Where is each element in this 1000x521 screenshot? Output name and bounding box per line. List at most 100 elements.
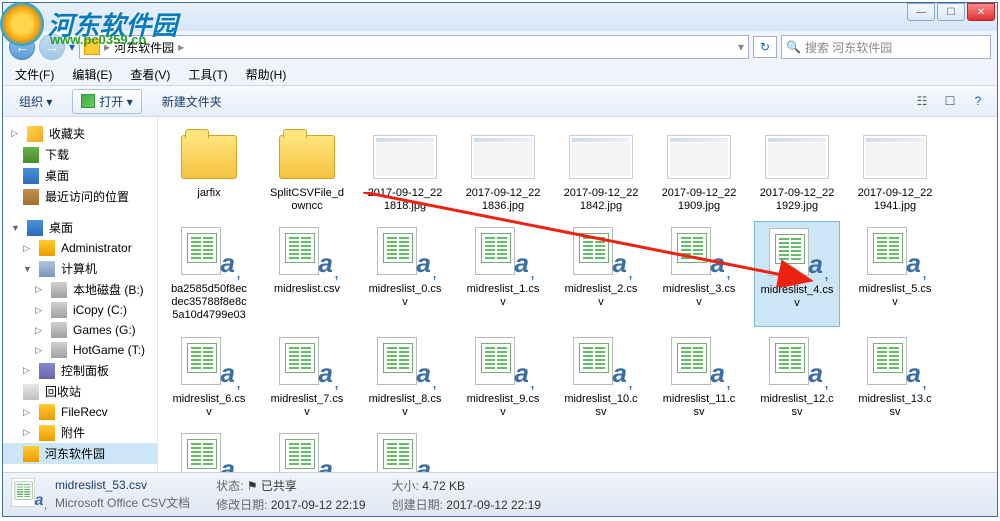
view-options-button[interactable]: ☷ [911,90,933,112]
csv-icon: a, [664,335,734,391]
sidebar-item-current-folder[interactable]: 河东软件园 [3,443,157,464]
sidebar-item-recent[interactable]: 最近访问的位置 [3,186,157,207]
sidebar-item-drive-c[interactable]: ▷iCopy (C:) [3,300,157,320]
modified-label: 修改日期: [216,498,267,512]
file-item[interactable]: a,midreslist_4.csv [754,221,840,327]
file-item[interactable]: a,midreslist_11.csv [656,331,742,423]
desktop-icon [27,220,43,236]
file-item[interactable]: 2017-09-12_221818.jpg [362,125,448,217]
address-bar: ← → ▾ ▸ 河东软件园 ▸ ▾ ↻ 🔍 搜索 河东软件园 [3,31,997,63]
minimize-button[interactable]: — [907,3,935,21]
csv-icon: a, [468,225,538,281]
menu-view[interactable]: 查看(V) [122,64,178,85]
sidebar-item-drive-b[interactable]: ▷本地磁盘 (B:) [3,279,157,300]
help-button[interactable]: ? [967,90,989,112]
file-name-label: midreslist_1.csv [464,283,542,309]
menu-help[interactable]: 帮助(H) [238,64,295,85]
sidebar-item-computer[interactable]: ▼计算机 [3,258,157,279]
file-item[interactable]: a,midreslist_3.csv [656,221,742,327]
new-folder-button[interactable]: 新建文件夹 [154,90,230,113]
drive-icon [51,342,67,358]
csv-icon: a, [272,335,342,391]
file-item[interactable]: a,midreslist_15.csv [264,427,350,472]
file-item[interactable]: jarfix [166,125,252,217]
csv-icon: a, [174,431,244,472]
title-bar[interactable]: — ☐ ✕ [3,3,997,31]
file-item[interactable]: a,midreslist_10.csv [558,331,644,423]
sidebar-item-drive-g[interactable]: ▷Games (G:) [3,320,157,340]
navigation-pane: ▷收藏夹 下载 桌面 最近访问的位置 ▼桌面 ▷Administrator ▼计… [3,117,158,472]
file-item[interactable]: a,ba2585d50f8ecdec35788f8e8c5a10d4799e03… [166,221,252,327]
menu-file[interactable]: 文件(F) [7,64,62,85]
toolbar: 组织 ▾ 打开 ▾ 新建文件夹 ☷ ☐ ? [3,85,997,117]
file-name-label: midreslist_12.csv [758,393,836,419]
file-item[interactable]: a,midreslist_12.csv [754,331,840,423]
jpg-icon [664,129,734,185]
file-name-label: midreslist_7.csv [268,393,346,419]
breadcrumb-dropdown[interactable]: ▾ [738,40,744,54]
forward-button[interactable]: → [39,34,65,60]
close-button[interactable]: ✕ [967,3,995,21]
sidebar-favorites-header[interactable]: ▷收藏夹 [3,123,157,144]
sidebar-item-control-panel[interactable]: ▷控制面板 [3,360,157,381]
breadcrumb[interactable]: ▸ 河东软件园 ▸ ▾ [79,35,749,59]
folder-icon [23,446,39,462]
file-item[interactable]: a,midreslist_13.csv [852,331,938,423]
nav-history-dropdown[interactable]: ▾ [69,40,75,54]
file-item[interactable]: a,midreslist_1.csv [460,221,546,327]
search-input[interactable]: 🔍 搜索 河东软件园 [781,35,991,59]
refresh-button[interactable]: ↻ [753,36,777,58]
file-item[interactable]: 2017-09-12_221909.jpg [656,125,742,217]
size-label: 大小: [392,479,419,493]
sidebar-desktop-header[interactable]: ▼桌面 [3,217,157,238]
sidebar-item-desktop[interactable]: 桌面 [3,165,157,186]
file-item[interactable]: a,midreslist_9.csv [460,331,546,423]
recent-icon [23,189,39,205]
folder-icon [39,425,55,441]
sidebar-item-administrator[interactable]: ▷Administrator [3,238,157,258]
file-item[interactable]: 2017-09-12_221836.jpg [460,125,546,217]
file-item[interactable]: 2017-09-12_221941.jpg [852,125,938,217]
file-name-label: ba2585d50f8ecdec35788f8e8c5a10d4799e038b… [170,283,248,323]
file-list-pane[interactable]: jarfix SplitCSVFile_downcc 2017-09-12_2218… [158,117,997,472]
file-item[interactable]: a,midreslist_0.csv [362,221,448,327]
file-name-label: midreslist_10.csv [562,393,640,419]
details-pane: a, midreslist_53.csv Microsoft Office CS… [3,472,997,516]
breadcrumb-item[interactable]: 河东软件园 [114,39,174,56]
folder-icon [84,39,100,55]
breadcrumb-separator-icon: ▸ [178,40,184,54]
sidebar-item-filerecv[interactable]: ▷FileRecv [3,402,157,422]
file-item[interactable]: a,midreslist_2.csv [558,221,644,327]
back-button[interactable]: ← [9,34,35,60]
sidebar-item-attachments[interactable]: ▷附件 [3,422,157,443]
file-item[interactable]: a,midreslist_14.csv [166,427,252,472]
sidebar-item-drive-t[interactable]: ▷HotGame (T:) [3,340,157,360]
file-item[interactable]: SplitCSVFile_downcc [264,125,350,217]
sidebar-item-downloads[interactable]: 下载 [3,144,157,165]
file-item[interactable]: a,midreslist_5.csv [852,221,938,327]
menu-edit[interactable]: 编辑(E) [64,64,120,85]
organize-button[interactable]: 组织 ▾ [11,90,60,113]
jpg-icon [468,129,538,185]
created-value: 2017-09-12 22:19 [446,498,541,512]
menu-tools[interactable]: 工具(T) [180,64,235,85]
file-name-label: midreslist_11.csv [660,393,738,419]
control-panel-icon [39,363,55,379]
file-item[interactable]: a,midreslist_8.csv [362,331,448,423]
file-item[interactable]: 2017-09-12_221842.jpg [558,125,644,217]
file-item[interactable]: 2017-09-12_221929.jpg [754,125,840,217]
file-name-label: SplitCSVFile_downcc [268,187,346,213]
file-item[interactable]: a,midreslist.csv [264,221,350,327]
file-name-label: 2017-09-12_221941.jpg [856,187,934,213]
open-button[interactable]: 打开 ▾ [72,89,141,114]
file-name-label: midreslist_8.csv [366,393,444,419]
preview-pane-button[interactable]: ☐ [939,90,961,112]
downloads-icon [23,147,39,163]
sidebar-item-recycle-bin[interactable]: 回收站 [3,381,157,402]
file-item[interactable]: a,midreslist_16.csv [362,427,448,472]
maximize-button[interactable]: ☐ [937,3,965,21]
file-item[interactable]: a,midreslist_6.csv [166,331,252,423]
file-item[interactable]: a,midreslist_7.csv [264,331,350,423]
csv-icon: a, [468,335,538,391]
file-name-label: midreslist.csv [274,283,340,296]
